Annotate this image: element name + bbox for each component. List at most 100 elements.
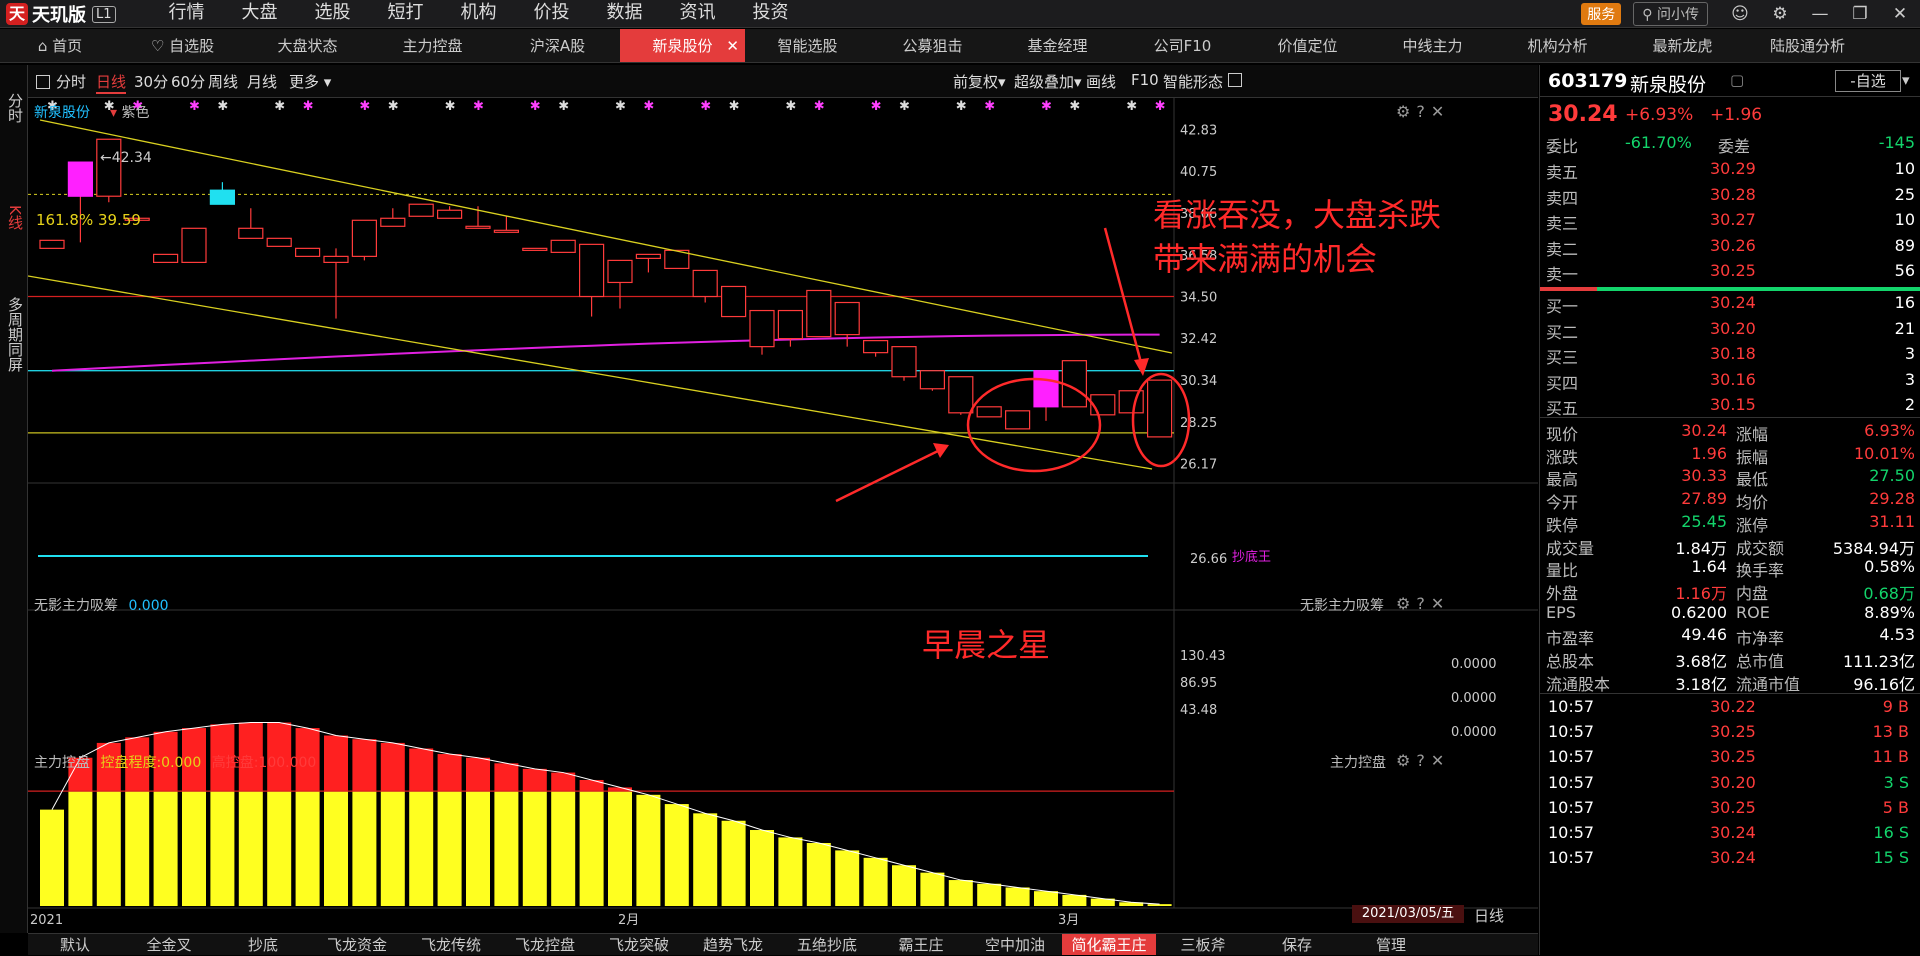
close-icon[interactable]: ✕ [1880, 4, 1920, 24]
strategy-tab[interactable]: 飞龙传统 [404, 934, 498, 955]
strategy-tab[interactable]: 保存 [1250, 934, 1344, 955]
minimize-icon[interactable]: — [1800, 4, 1840, 24]
tab-active-stock[interactable]: 新泉股份 ✕ [620, 29, 745, 62]
strategy-tab[interactable]: 三板斧 [1156, 934, 1250, 955]
strategy-tab[interactable]: 霸王庄 [874, 934, 968, 955]
menu-item[interactable]: 投资 [734, 0, 807, 28]
menu-item[interactable]: 选股 [296, 0, 369, 28]
menu-item[interactable]: 数据 [588, 0, 661, 28]
chevron-down-icon: ▾ [323, 73, 332, 91]
tab[interactable]: 最新龙虎 [1620, 29, 1745, 62]
period-timeshare[interactable]: 分时 [36, 71, 86, 92]
menu-item[interactable]: 大盘 [223, 0, 296, 28]
menu-item[interactable]: 短打 [369, 0, 442, 28]
draw-line-button[interactable]: 画线 [1086, 71, 1116, 92]
period-weekly[interactable]: 周线 [208, 71, 238, 92]
control-bar [466, 791, 490, 906]
period-60min[interactable]: 60分 [171, 71, 205, 92]
close-icon[interactable]: ✕ [1431, 102, 1450, 121]
sub1-pane-icons[interactable]: ⚙?✕ [1396, 594, 1450, 613]
ask-button[interactable]: ⚲ 问小传 [1633, 2, 1708, 26]
indicator-select[interactable]: ▾ 紫色 [110, 102, 149, 122]
strategy-tab[interactable]: 飞龙资金 [310, 934, 404, 955]
control-bar [1034, 891, 1058, 906]
tab[interactable]: 机构分析 [1495, 29, 1620, 62]
sub1-name-right: 无影主力吸筹 [1300, 598, 1384, 614]
strategy-tab[interactable]: 飞龙突破 [592, 934, 686, 955]
control-bar [96, 791, 121, 906]
x-tick-label: 3月 [1058, 913, 1079, 928]
tab-home[interactable]: ⌂ 首页 [0, 29, 120, 62]
tab[interactable]: 公募狙击 [870, 29, 995, 62]
lock-icon[interactable]: ▢ [1730, 71, 1744, 89]
menu-item[interactable]: 机构 [442, 0, 515, 28]
candle-body [96, 138, 122, 197]
strategy-tab-active[interactable]: 简化霸王庄 [1062, 934, 1156, 955]
candle-body [550, 239, 576, 253]
control-bar [40, 809, 64, 906]
user-icon[interactable]: ☺ [1720, 4, 1760, 24]
strategy-tab[interactable]: 抄底 [216, 934, 310, 955]
add-watchlist-button[interactable]: -自选 [1835, 70, 1901, 92]
title-bar: 天天玑版 L1 行情 大盘 选股 短打 机构 价投 数据 资讯 投资 服务 ⚲ 问… [0, 0, 1920, 28]
strategy-tab[interactable]: 管理 [1344, 934, 1438, 955]
quote-panel: 603179 新泉股份 ▢ -自选 ▾ 30.24 +6.93% +1.96 委… [1539, 65, 1920, 955]
order-ratio-row: 委比 -61.70% 委差 -145 [1546, 133, 1915, 156]
strategy-tab[interactable]: 飞龙控盘 [498, 934, 592, 955]
period-daily[interactable]: 日线 [96, 71, 127, 94]
control-bar [835, 850, 860, 906]
annotation-text: 带来满满的机会 [1153, 240, 1378, 278]
tab-watchlist[interactable]: ♡ 自选股 [120, 29, 245, 62]
help-icon[interactable]: ? [1416, 594, 1431, 613]
close-icon[interactable]: ✕ [1431, 594, 1450, 613]
tab[interactable]: 中线主力 [1370, 29, 1495, 62]
vtab-multi-period[interactable]: 多周期同屏 [5, 297, 24, 372]
menu-item[interactable]: 价投 [515, 0, 588, 28]
strategy-tab[interactable]: 全金叉 [122, 934, 216, 955]
service-button[interactable]: 服务 [1581, 3, 1622, 25]
period-monthly[interactable]: 月线 [247, 71, 277, 92]
tab[interactable]: 主力控盘 [370, 29, 495, 62]
help-icon[interactable]: ? [1416, 751, 1431, 770]
f10-button[interactable]: F10 [1131, 71, 1159, 89]
chevron-down-icon[interactable]: ▾ [1902, 71, 1910, 89]
tab[interactable]: 大盘状态 [245, 29, 370, 62]
close-icon[interactable]: ✕ [1431, 751, 1450, 770]
stat-row: 外盘 1.16万 内盘 0.68万 [1546, 583, 1915, 603]
candle-body [919, 370, 946, 390]
menu-item[interactable]: 资讯 [661, 0, 734, 28]
strategy-tab[interactable]: 默认 [28, 934, 122, 955]
period-30min[interactable]: 30分 [134, 71, 168, 92]
vtab-timeshare[interactable]: 分时 [5, 93, 24, 123]
smart-pattern-button[interactable]: 智能形态 [1163, 71, 1223, 92]
gear-icon[interactable]: ⚙ [1396, 102, 1416, 121]
strategy-tab[interactable]: 趋势飞龙 [686, 934, 780, 955]
tab[interactable]: 智能选股 [745, 29, 870, 62]
restore-icon[interactable]: ❐ [1840, 4, 1880, 24]
sub2-pane-icons[interactable]: ⚙?✕ [1396, 751, 1450, 770]
candle-body [1004, 410, 1031, 430]
settings-icon[interactable]: ⚙ [1760, 4, 1800, 24]
gear-icon[interactable]: ⚙ [1396, 594, 1416, 613]
period-more[interactable]: 更多 ▾ [289, 71, 331, 92]
stock-code: 603179 [1548, 70, 1628, 92]
main-pane-icons[interactable]: ⚙?✕ [1396, 102, 1450, 121]
gear-icon[interactable]: ⚙ [1396, 751, 1416, 770]
tab[interactable]: 价值定位 [1245, 29, 1370, 62]
adjust-dropdown[interactable]: 前复权▾ [953, 71, 1006, 92]
help-icon[interactable]: ? [1416, 102, 1431, 121]
strategy-tab[interactable]: 五绝抄底 [780, 934, 874, 955]
strategy-tab[interactable]: 空中加油 [968, 934, 1062, 955]
close-tab-icon[interactable]: ✕ [726, 29, 739, 63]
tab[interactable]: 公司F10 [1120, 29, 1245, 62]
tab[interactable]: 沪深A股 [495, 29, 620, 62]
panel-toggle-icon[interactable] [1228, 71, 1248, 89]
menu-item[interactable]: 行情 [150, 0, 223, 28]
overlay-dropdown[interactable]: 超级叠加▾ [1014, 71, 1082, 92]
tab[interactable]: 陆股通分析 [1745, 29, 1870, 62]
stock-name: 新泉股份 [1630, 74, 1707, 96]
tab[interactable]: 基金经理 [995, 29, 1120, 62]
vtab-kline[interactable]: K线 [5, 205, 24, 230]
control-bar-high [380, 742, 405, 792]
signal-star-icon: ✱ [785, 99, 796, 114]
